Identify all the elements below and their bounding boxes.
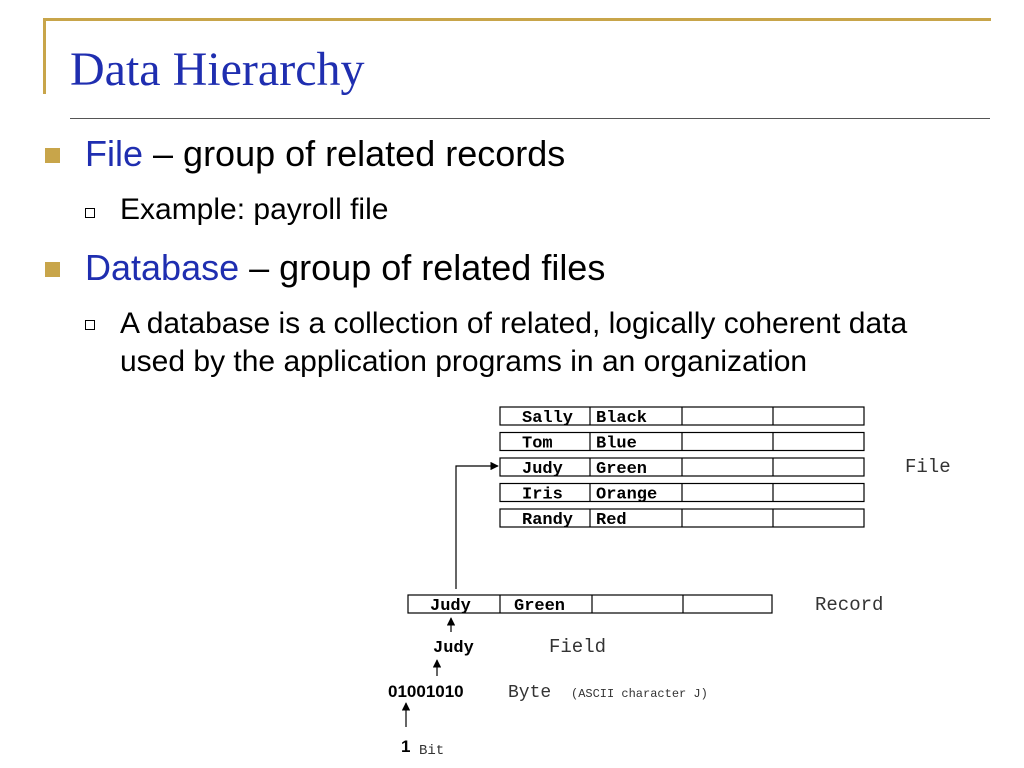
file-record-row: Tom Blue [499,431,865,454]
file-cell-last-name: Orange [596,486,657,505]
file-cell-first-name: Sally [522,409,573,428]
file-label: File [905,456,951,478]
byte-note: (ASCII character J) [571,687,708,701]
file-record-row: Randy Red [499,508,865,530]
byte-label: Byte [508,683,551,703]
file-table: Sally Black Tom Blue Judy Green Iris Orange Rand… [499,406,865,530]
file-record-row: Sally Black [499,406,865,428]
record-cell-last: Green [514,597,565,616]
field-value: Judy [433,639,474,658]
bit-label: Bit [419,743,444,759]
file-cell-first-name: Randy [522,511,573,530]
byte-value: 01001010 [388,682,464,701]
field-label: Field [549,636,606,658]
record-label: Record [815,594,883,616]
file-cell-first-name: Judy [522,460,563,479]
bit-value: 1 [401,737,410,756]
record-row: Judy Green [407,594,773,616]
record-cell-first: Judy [430,597,471,616]
data-hierarchy-diagram: Sally Black Tom Blue Judy Green Iris Orange Rand… [388,406,951,759]
file-cell-last-name: Blue [596,435,637,454]
file-record-row: Judy Green [499,457,865,479]
file-cell-first-name: Iris [522,486,563,505]
file-record-row: Iris Orange [499,482,865,505]
file-cell-last-name: Black [596,409,647,428]
record-to-file-arrow [455,461,499,589]
file-cell-last-name: Red [596,511,627,530]
file-cell-last-name: Green [596,460,647,479]
file-cell-first-name: Tom [522,435,553,454]
